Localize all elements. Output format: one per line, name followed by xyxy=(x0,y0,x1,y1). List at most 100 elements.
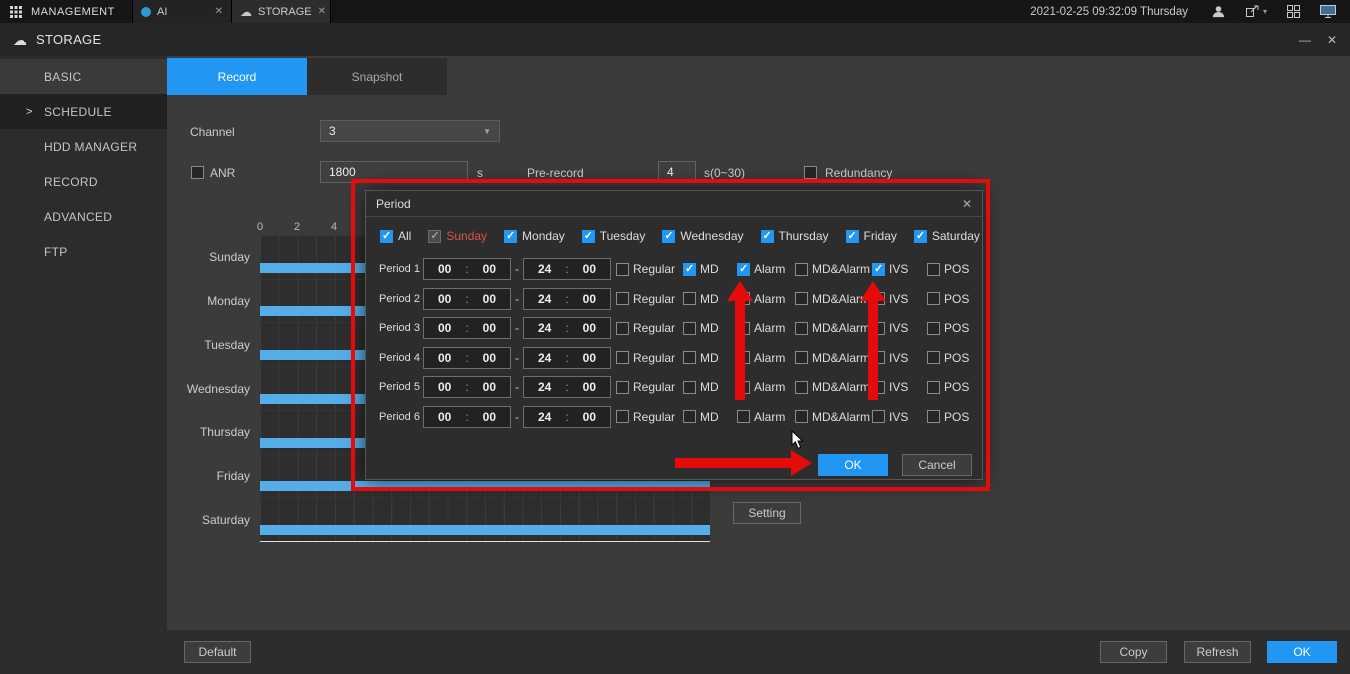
sidebar-item[interactable]: > SCHEDULE xyxy=(0,94,167,129)
md-alarm-checkbox[interactable] xyxy=(795,322,808,335)
refresh-button[interactable]: Refresh xyxy=(1184,641,1251,663)
display-icon[interactable] xyxy=(1320,5,1336,18)
md-checkbox[interactable] xyxy=(683,263,696,276)
day-checkbox[interactable] xyxy=(914,230,927,243)
tab-record[interactable]: Record xyxy=(167,58,307,95)
md-alarm-label: MD&Alarm xyxy=(812,321,870,335)
day-option: All xyxy=(380,229,411,243)
channel-grid-icon[interactable] xyxy=(1287,5,1300,18)
alarm-checkbox[interactable] xyxy=(737,410,750,423)
ivs-checkbox[interactable] xyxy=(872,263,885,276)
pos-label: POS xyxy=(944,351,969,365)
md-checkbox[interactable] xyxy=(683,351,696,364)
end-time-input[interactable]: 24 : 00 xyxy=(523,258,611,280)
regular-checkbox[interactable] xyxy=(616,381,629,394)
alarm-label: Alarm xyxy=(754,262,785,276)
user-icon[interactable] xyxy=(1212,5,1225,18)
sidebar-item[interactable]: > BASIC xyxy=(0,59,167,94)
pos-checkbox[interactable] xyxy=(927,410,940,423)
time-colon: : xyxy=(465,351,468,365)
minimize-button[interactable]: — xyxy=(1299,33,1311,47)
md-checkbox[interactable] xyxy=(683,322,696,335)
period-row: Period 6 00 : 00 - 24 : 00 Regular MD Al… xyxy=(379,406,972,428)
pos-checkbox[interactable] xyxy=(927,351,940,364)
start-time-input[interactable]: 00 : 00 xyxy=(423,288,511,310)
start-time-input[interactable]: 00 : 00 xyxy=(423,347,511,369)
pos-checkbox[interactable] xyxy=(927,381,940,394)
regular-checkbox[interactable] xyxy=(616,292,629,305)
start-time-input[interactable]: 00 : 00 xyxy=(423,317,511,339)
start-time-input[interactable]: 00 : 00 xyxy=(423,406,511,428)
day-checkbox[interactable] xyxy=(662,230,675,243)
md-alarm-checkbox[interactable] xyxy=(795,381,808,394)
start-time-input[interactable]: 00 : 00 xyxy=(423,258,511,280)
tab-storage[interactable]: ☁ STORAGE ✕ xyxy=(232,0,331,23)
day-checkbox[interactable] xyxy=(380,230,393,243)
md-alarm-checkbox[interactable] xyxy=(795,351,808,364)
anr-checkbox[interactable] xyxy=(191,166,204,179)
md-checkbox[interactable] xyxy=(683,410,696,423)
alarm-checkbox[interactable] xyxy=(737,381,750,394)
export-icon[interactable]: ▾ xyxy=(1245,5,1267,18)
start-minute: 00 xyxy=(483,292,496,306)
dialog-ok-button[interactable]: OK xyxy=(818,454,888,476)
day-checkbox[interactable] xyxy=(846,230,859,243)
close-icon[interactable]: ✕ xyxy=(962,197,972,211)
alarm-label: Alarm xyxy=(754,321,785,335)
dialog-cancel-button[interactable]: Cancel xyxy=(902,454,972,476)
close-button[interactable]: ✕ xyxy=(1327,33,1337,47)
ivs-checkbox[interactable] xyxy=(872,292,885,305)
alarm-checkbox[interactable] xyxy=(737,292,750,305)
day-label: Wednesday xyxy=(680,229,743,243)
day-label: All xyxy=(398,229,411,243)
end-time-input[interactable]: 24 : 00 xyxy=(523,288,611,310)
regular-checkbox[interactable] xyxy=(616,410,629,423)
sidebar-item[interactable]: > FTP xyxy=(0,234,167,269)
day-checkbox[interactable] xyxy=(582,230,595,243)
sidebar-item[interactable]: > HDD MANAGER xyxy=(0,129,167,164)
pos-checkbox[interactable] xyxy=(927,322,940,335)
end-time-input[interactable]: 24 : 00 xyxy=(523,376,611,398)
md-alarm-checkbox[interactable] xyxy=(795,410,808,423)
start-time-input[interactable]: 00 : 00 xyxy=(423,376,511,398)
day-checkbox[interactable] xyxy=(428,230,441,243)
regular-checkbox[interactable] xyxy=(616,322,629,335)
tab-ai[interactable]: AI ✕ xyxy=(133,0,232,23)
alarm-checkbox[interactable] xyxy=(737,351,750,364)
regular-checkbox[interactable] xyxy=(616,263,629,276)
tab-snapshot[interactable]: Snapshot xyxy=(307,58,447,95)
day-checkbox[interactable] xyxy=(761,230,774,243)
ok-button[interactable]: OK xyxy=(1267,641,1337,663)
anr-input[interactable]: 1800 xyxy=(320,161,468,183)
pos-checkbox[interactable] xyxy=(927,263,940,276)
end-time-input[interactable]: 24 : 00 xyxy=(523,406,611,428)
close-icon[interactable]: ✕ xyxy=(318,6,326,17)
md-alarm-checkbox[interactable] xyxy=(795,263,808,276)
end-time-input[interactable]: 24 : 00 xyxy=(523,347,611,369)
ivs-checkbox[interactable] xyxy=(872,322,885,335)
sidebar-item[interactable]: > RECORD xyxy=(0,164,167,199)
md-alarm-checkbox[interactable] xyxy=(795,292,808,305)
sidebar-item[interactable]: > ADVANCED xyxy=(0,199,167,234)
ivs-checkbox[interactable] xyxy=(872,381,885,394)
ivs-checkbox[interactable] xyxy=(872,410,885,423)
day-checkbox[interactable] xyxy=(504,230,517,243)
pos-checkbox[interactable] xyxy=(927,292,940,305)
default-button[interactable]: Default xyxy=(184,641,251,663)
end-time-input[interactable]: 24 : 00 xyxy=(523,317,611,339)
prerecord-input[interactable]: 4 xyxy=(658,161,696,183)
ivs-checkbox[interactable] xyxy=(872,351,885,364)
setting-button[interactable]: Setting xyxy=(733,502,801,524)
md-checkbox[interactable] xyxy=(683,381,696,394)
copy-button[interactable]: Copy xyxy=(1100,641,1167,663)
management-tab[interactable]: MANAGEMENT xyxy=(0,0,133,23)
schedule-row[interactable] xyxy=(260,497,710,541)
alarm-checkbox[interactable] xyxy=(737,322,750,335)
md-checkbox[interactable] xyxy=(683,292,696,305)
redundancy-checkbox[interactable] xyxy=(804,166,817,179)
close-icon[interactable]: ✕ xyxy=(215,6,223,17)
regular-checkbox[interactable] xyxy=(616,351,629,364)
redundancy-label: Redundancy xyxy=(825,166,892,180)
channel-dropdown[interactable]: 3 ▼ xyxy=(320,120,500,142)
alarm-checkbox[interactable] xyxy=(737,263,750,276)
